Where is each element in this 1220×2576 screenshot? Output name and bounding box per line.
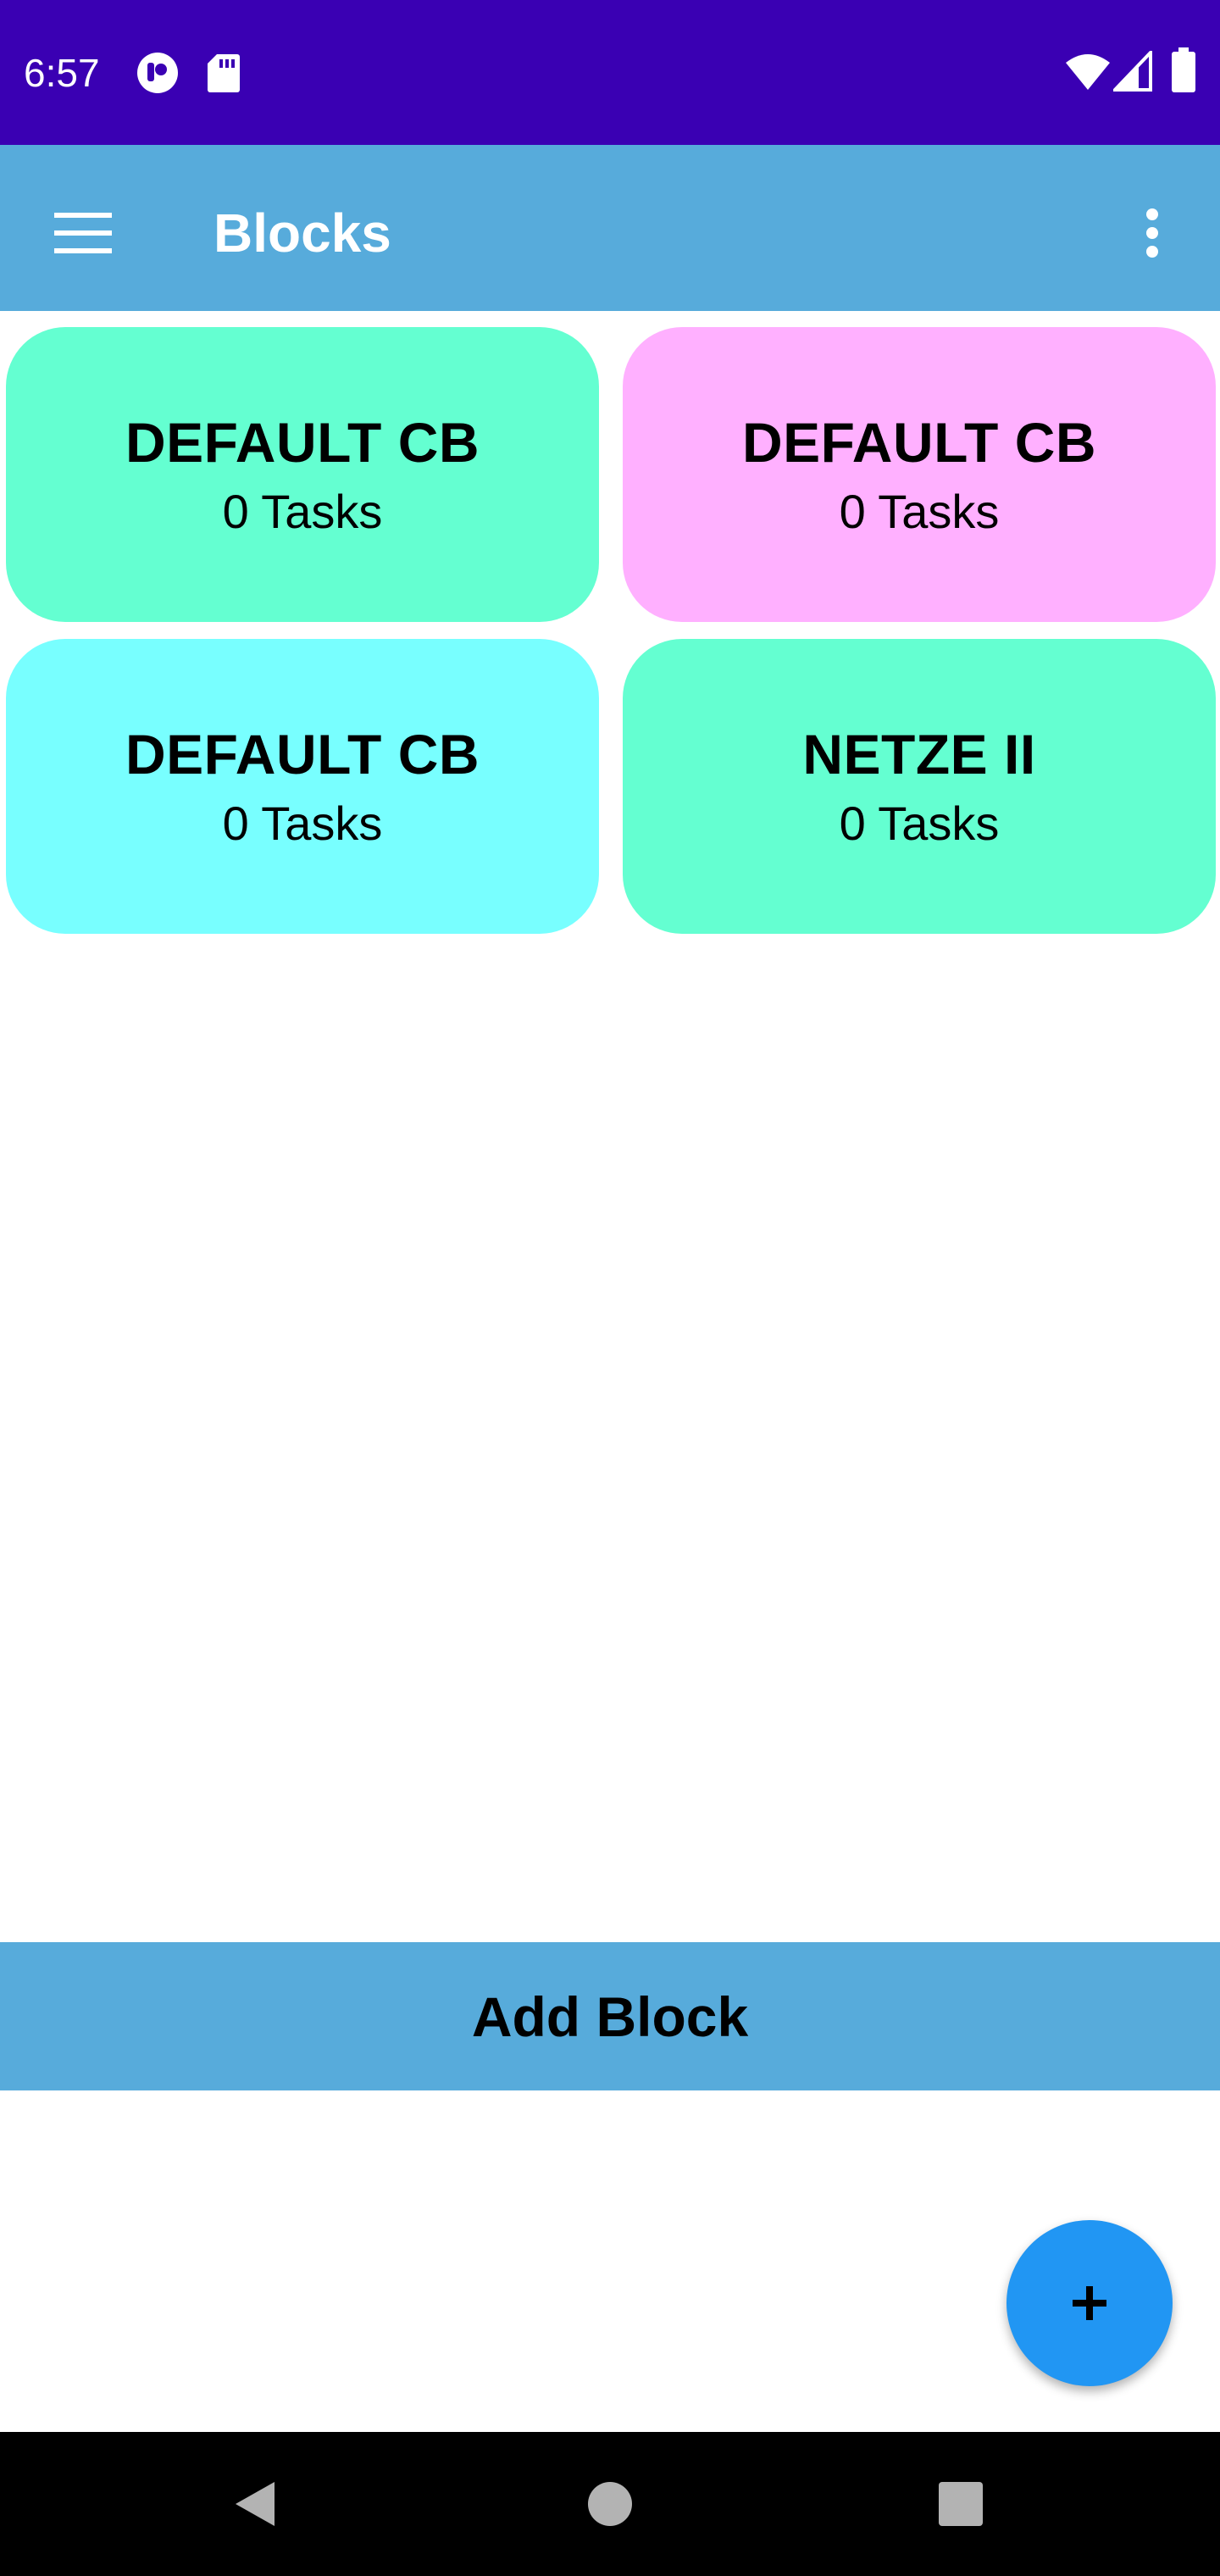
add-block-label: Add Block [471,1985,749,2048]
cell-signal-icon [1113,51,1152,92]
block-task-count: 0 Tasks [839,485,1000,538]
add-block-button[interactable]: Add Block [0,1942,1220,2090]
home-icon [588,2482,632,2526]
sd-card-icon [208,54,240,92]
block-title: NETZE II [802,723,1036,786]
recents-icon [939,2482,983,2526]
back-icon [236,2482,274,2526]
nav-back-button[interactable] [212,2462,297,2546]
nav-recents-button[interactable] [918,2462,1003,2546]
nav-home-button[interactable] [568,2462,652,2546]
block-title: DEFAULT CB [125,723,480,786]
page-title: Blocks [214,203,391,264]
block-card[interactable]: DEFAULT CB 0 Tasks [6,327,599,622]
block-task-count: 0 Tasks [222,485,383,538]
system-navigation-bar [0,2432,1220,2576]
more-vertical-icon [1146,208,1158,258]
block-title: DEFAULT CB [741,411,1097,474]
plus-icon [1073,2286,1106,2320]
block-card[interactable]: DEFAULT CB 0 Tasks [623,327,1216,622]
battery-icon [1172,47,1195,92]
block-card[interactable]: DEFAULT CB 0 Tasks [6,639,599,934]
app-bar: Blocks [0,145,1220,311]
status-bar: 6:57 [0,0,1220,145]
status-time: 6:57 [24,51,100,95]
block-title: DEFAULT CB [125,411,480,474]
overflow-menu-button[interactable] [1118,191,1186,275]
hamburger-menu-icon [54,213,112,253]
block-task-count: 0 Tasks [839,797,1000,850]
app-screen: 6:57 Blocks DEFAULT CB 0 Tasks DEFAULT C… [0,0,1220,2576]
menu-button[interactable] [34,191,132,275]
add-fab-button[interactable] [1006,2220,1173,2386]
block-task-count: 0 Tasks [222,797,383,850]
app-notification-icon [137,53,178,93]
wifi-icon [1066,54,1110,90]
block-card[interactable]: NETZE II 0 Tasks [623,639,1216,934]
